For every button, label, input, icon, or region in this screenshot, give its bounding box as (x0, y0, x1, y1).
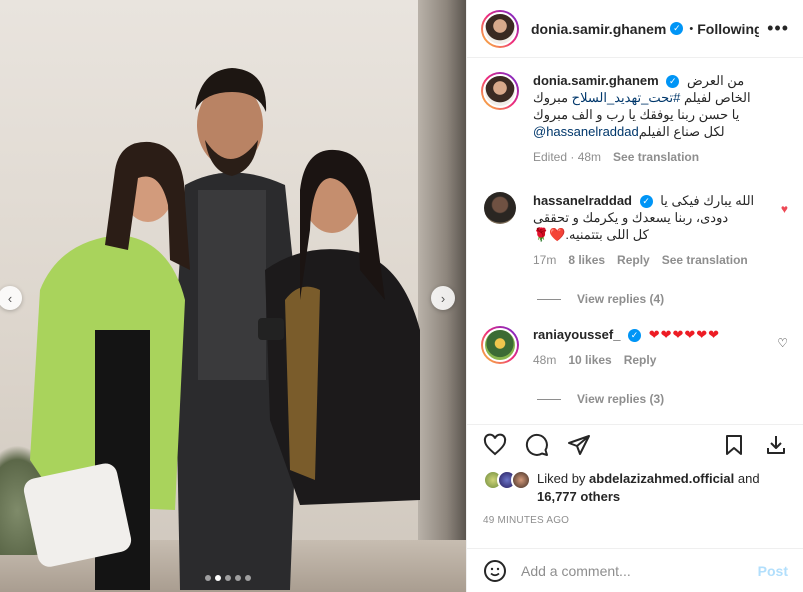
comment-time: 17m (533, 253, 557, 267)
caption-text: لكل صناع الفيلم (638, 124, 729, 139)
action-bar (467, 424, 803, 464)
share-paper-plane-icon[interactable] (567, 433, 591, 457)
verified-badge-icon: ✓ (666, 75, 680, 89)
caption-avatar[interactable] (481, 72, 519, 110)
reply-button[interactable]: Reply (617, 252, 650, 269)
comment-text: كل اللى بتتمنيه. (565, 227, 649, 242)
post-side-panel: donia.samir.ghanem ✓ • Following ••• don… (466, 0, 803, 592)
likes-others-count[interactable]: 16,777 others (537, 489, 620, 504)
emoji-picker-icon[interactable] (483, 559, 507, 583)
carousel-dot-active (215, 575, 221, 581)
see-translation-button[interactable]: See translation (613, 149, 699, 166)
verified-badge-icon: ✓ (628, 329, 642, 343)
comment-item: raniayoussef_ ✓ ❤❤❤❤❤❤ 48m 10 likes Repl… (467, 326, 803, 369)
reply-button[interactable]: Reply (624, 352, 657, 369)
likes-middle: and (734, 471, 760, 486)
save-bookmark-icon[interactable] (722, 433, 746, 457)
comment-emojis: 🌹❤️ (533, 227, 566, 242)
comment-meta: 17m 8 likes Reply See translation (533, 252, 773, 269)
caption-text: مبروك (533, 90, 572, 105)
comment-meta: 48m 10 likes Reply (533, 352, 773, 369)
view-replies-button[interactable]: View replies (3) (537, 392, 664, 406)
photo-people-illustration (23, 68, 420, 590)
commenter-username[interactable]: raniayoussef_ (533, 327, 620, 342)
post-timestamp: 49 MINUTES AGO (483, 515, 570, 526)
comments-section[interactable]: donia.samir.ghanem ✓ من العرض الخاص لفيل… (467, 60, 803, 420)
caption: donia.samir.ghanem ✓ من العرض الخاص لفيل… (467, 72, 803, 166)
replies-divider (537, 398, 561, 400)
view-replies-button[interactable]: View replies (4) (537, 292, 664, 306)
caption-mention[interactable]: @hassanelraddad (533, 124, 639, 139)
author-username[interactable]: donia.samir.ghanem (531, 21, 666, 37)
caption-meta: Edited · 48m See translation (533, 149, 773, 166)
liker-username[interactable]: abdelazizahmed.official (589, 471, 734, 486)
post-comment-button[interactable]: Post (758, 563, 788, 579)
carousel-dots (205, 575, 251, 581)
comment-likes-count[interactable]: 8 likes (568, 252, 605, 269)
comment-input[interactable] (521, 562, 758, 579)
comment-item: hassanelraddad ✓ الله يبارك فيكى يا دودى… (467, 192, 803, 269)
likers-avatars[interactable] (483, 470, 535, 492)
verified-badge-icon: ✓ (670, 22, 684, 35)
comment-time: 48m (533, 353, 557, 367)
download-icon[interactable] (764, 433, 788, 457)
liked-heart-icon[interactable]: ♥ (781, 202, 788, 216)
caption-line-1: من العرض (686, 73, 745, 88)
likes-summary: Liked by abdelazizahmed.official and 16,… (483, 470, 793, 506)
caption-line-2: الخاص لفيلم #تحت_تهديد_السلاح مبروك (533, 89, 773, 106)
caption-line-4: @hassanelraddad لكل صناع الفيلم (533, 123, 773, 140)
carousel-dot (235, 575, 241, 581)
comment-text-line-2: دودى، ربنا يسعدك و يكرمك و تحققى (533, 210, 729, 225)
replies-divider (537, 298, 561, 300)
more-options-icon[interactable]: ••• (767, 18, 789, 39)
carousel-dot (245, 575, 251, 581)
post-photo[interactable]: ‹ › (0, 0, 466, 592)
following-button[interactable]: Following (697, 21, 759, 37)
like-heart-icon[interactable]: ♡ (777, 336, 788, 350)
caption-text: الخاص لفيلم (680, 90, 751, 105)
caption-username[interactable]: donia.samir.ghanem (533, 73, 659, 88)
next-photo-button[interactable]: › (431, 286, 455, 310)
verified-badge-icon: ✓ (639, 195, 653, 209)
comment-likes-count[interactable]: 10 likes (568, 352, 611, 369)
view-replies-label: View replies (3) (577, 392, 665, 406)
caption-edited-time: Edited · 48m (533, 150, 602, 164)
like-heart-icon[interactable] (483, 433, 507, 457)
caption-line-3: يا حسن ربنا يوفقك يا رب و الف مبروك (533, 107, 740, 122)
commenter-avatar[interactable] (484, 192, 516, 224)
carousel-dot (225, 575, 231, 581)
comment-bubble-icon[interactable] (525, 433, 549, 457)
comment-text-line-1: الله يبارك فيكى يا (660, 193, 755, 208)
add-comment-bar: Post (467, 548, 803, 592)
likes-prefix: Liked by (537, 471, 590, 486)
post-header: donia.samir.ghanem ✓ • Following ••• (467, 0, 803, 58)
carousel-dot (205, 575, 211, 581)
view-replies-label: View replies (4) (577, 292, 665, 306)
caption-hashtag[interactable]: #تحت_تهديد_السلاح (572, 90, 681, 105)
commenter-username[interactable]: hassanelraddad (533, 193, 632, 208)
comment-text-line-3: 🌹❤️كل اللى بتتمنيه. (533, 226, 773, 243)
comment-text: ❤❤❤❤❤❤ (648, 327, 721, 342)
commenter-avatar[interactable] (481, 326, 519, 364)
see-translation-button[interactable]: See translation (662, 252, 748, 269)
header-separator: • (689, 22, 694, 35)
author-avatar[interactable] (481, 9, 519, 48)
